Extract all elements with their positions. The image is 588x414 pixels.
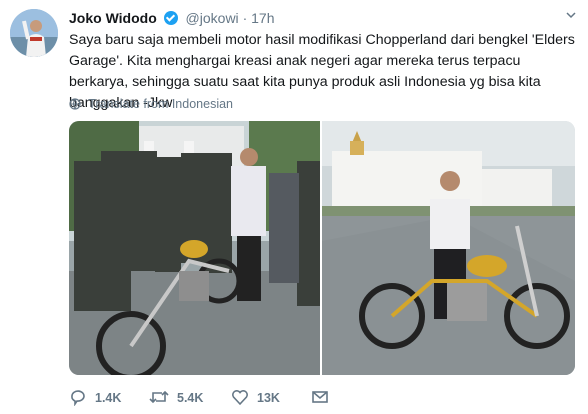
media-grid — [69, 121, 575, 375]
retweet-icon — [149, 390, 169, 404]
avatar[interactable] — [10, 9, 58, 57]
heart-icon — [232, 390, 248, 406]
reply-icon — [71, 390, 85, 407]
like-button[interactable]: 13K — [231, 388, 280, 408]
verified-badge-icon — [163, 11, 178, 25]
retweet-button[interactable]: 5.4K — [149, 388, 203, 408]
reply-button[interactable]: 1.4K — [69, 388, 121, 408]
tweet-header: Joko Widodo @jokowi · 17h — [69, 9, 274, 27]
direct-message-button[interactable] — [311, 388, 337, 408]
tweet-card: Joko Widodo @jokowi · 17h Saya baru saja… — [0, 0, 588, 414]
timestamp[interactable]: 17h — [251, 10, 274, 26]
author-handle[interactable]: @jokowi — [186, 10, 239, 26]
author-name[interactable]: Joko Widodo — [69, 10, 157, 26]
like-count: 13K — [257, 391, 280, 405]
translate-label: Translate from Indonesian — [88, 97, 234, 111]
photo-group-with-motorcycle[interactable] — [69, 121, 320, 375]
photo-man-with-motorcycle[interactable] — [322, 121, 575, 375]
chevron-down-icon[interactable] — [566, 10, 576, 20]
reply-count: 1.4K — [95, 391, 122, 405]
globe-icon — [69, 98, 81, 110]
translate-link[interactable]: Translate from Indonesian — [69, 96, 233, 112]
envelope-icon — [312, 391, 328, 403]
retweet-count: 5.4K — [177, 391, 204, 405]
separator: · — [242, 10, 248, 26]
